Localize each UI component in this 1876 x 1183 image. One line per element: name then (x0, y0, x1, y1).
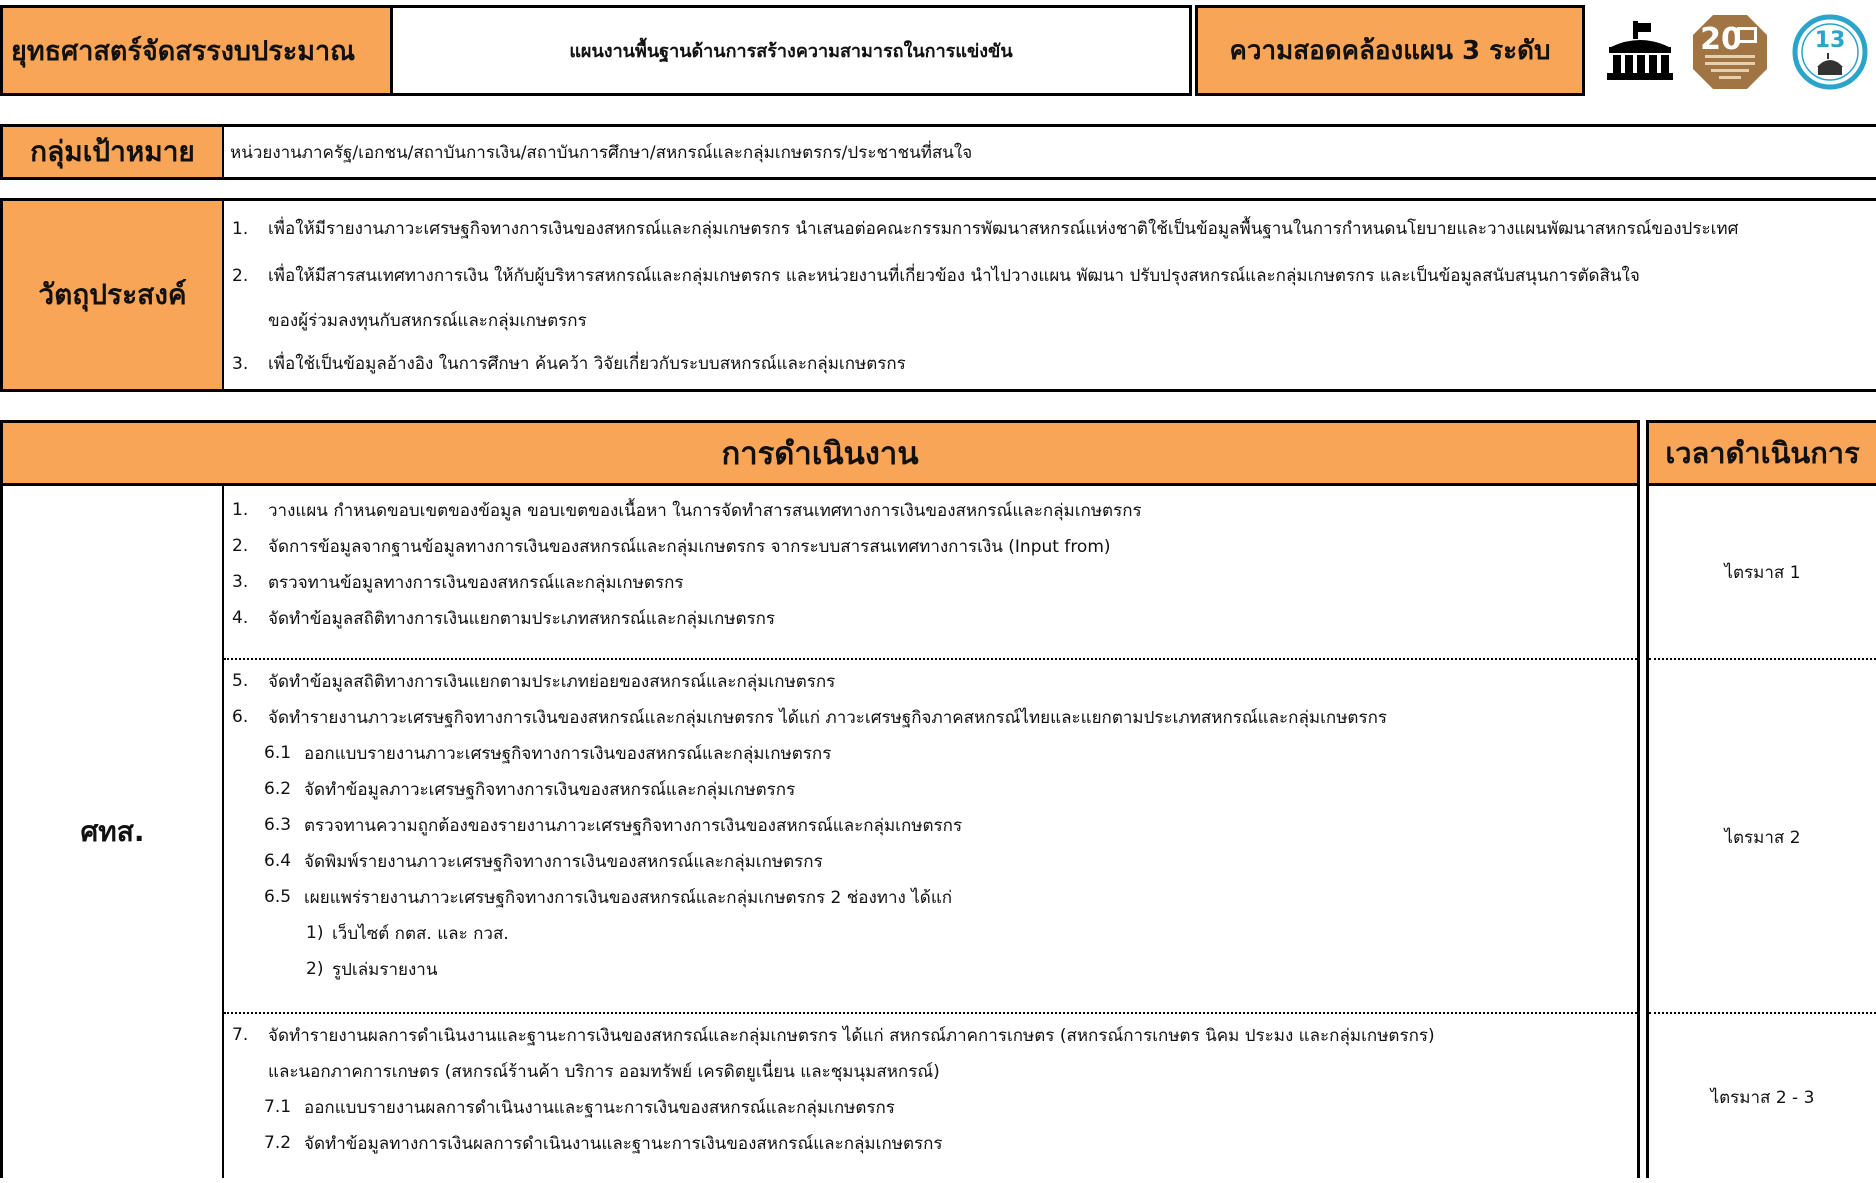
activity-text: รูปเล่มรายงาน (332, 959, 438, 980)
activity-text: และนอกภาคการเกษตร (สหกรณ์ร้านค้า บริการ … (268, 1061, 940, 1082)
objective-item: 3. เพื่อใช้เป็นข้อมูลอ้างอิง ในการศึกษา … (224, 342, 1876, 385)
activity-subitem: 6.2 จัดทำข้อมูลภาวะเศรษฐกิจทางการเงินของ… (224, 771, 1637, 807)
activity-text: ออกแบบรายงานผลการดำเนินงานและฐานะการเงิน… (304, 1097, 895, 1118)
activity-number: 7.1 (264, 1097, 292, 1117)
operations-header: การดำเนินงาน (0, 420, 1640, 486)
activity-item: 3. ตรวจทานข้อมูลทางการเงินของสหกรณ์และกล… (224, 564, 1637, 600)
objectives-label-text: วัตถุประสงค์ (38, 278, 187, 311)
target-group-value-text: หน่วยงานภาครัฐ/เอกชน/สถาบันการเงิน/สถาบั… (230, 142, 973, 163)
operations-header-text: การดำเนินงาน (721, 436, 919, 472)
time-slot-q2-q3: ไตรมาส 2 - 3 (1649, 1012, 1876, 1180)
badge-20-number: 20 (1700, 22, 1742, 57)
target-group-label-text: กลุ่มเป้าหมาย (30, 135, 195, 168)
activity-item-continuation: และนอกภาคการเกษตร (สหกรณ์ร้านค้า บริการ … (224, 1053, 1637, 1089)
time-header: เวลาดำเนินการ (1646, 420, 1876, 486)
time-slot-text: ไตรมาส 1 (1724, 562, 1801, 583)
institution-logo-icon (1607, 21, 1673, 80)
activity-text: ตรวจทานข้อมูลทางการเงินของสหกรณ์และกลุ่ม… (268, 572, 684, 593)
activity-number: 1) (306, 923, 324, 943)
20-year-strategy-badge-icon: 20 (1693, 15, 1767, 89)
activity-item: 2. จัดการข้อมูลจากฐานข้อมูลทางการเงินของ… (224, 528, 1637, 564)
target-group-value: หน่วยงานภาครัฐ/เอกชน/สถาบันการเงิน/สถาบั… (224, 124, 1876, 180)
plan-13-badge-icon: 13 (1792, 14, 1868, 90)
activity-number: 6. (232, 707, 249, 727)
activity-text: จัดทำข้อมูลสถิติทางการเงินแยกตามประเภทย่… (268, 671, 836, 692)
activity-subitem: 7.1 ออกแบบรายงานผลการดำเนินงานและฐานะการ… (224, 1089, 1637, 1125)
activity-text: จัดการข้อมูลจากฐานข้อมูลทางการเงินของสหก… (268, 536, 1111, 557)
activity-number: 7.2 (264, 1133, 292, 1153)
activity-number: 5. (232, 671, 249, 691)
alignment-title: ความสอดคล้องแผน 3 ระดับ (1195, 5, 1585, 96)
activity-text: จัดพิมพ์รายงานภาวะเศรษฐกิจทางการเงินของส… (304, 851, 823, 872)
activity-text: ออกแบบรายงานภาวะเศรษฐกิจทางการเงินของสหก… (304, 743, 832, 764)
target-group-label: กลุ่มเป้าหมาย (0, 124, 224, 180)
activity-item: 7. จัดทำรายงานผลการดำเนินงานและฐานะการเง… (224, 1017, 1637, 1053)
time-slot-text: ไตรมาส 2 - 3 (1710, 1087, 1815, 1108)
activity-text: จัดทำข้อมูลทางการเงินผลการดำเนินงานและฐา… (304, 1133, 943, 1154)
objectives-label: วัตถุประสงค์ (0, 198, 224, 392)
activity-text: วางแผน กำหนดขอบเขตของข้อมูล ขอบเขตของเนื… (268, 500, 1142, 521)
objective-item-continuation: ของผู้ร่วมลงทุนกับสหกรณ์และกลุ่มเกษตรกร (224, 299, 1876, 342)
objective-text: เพื่อใช้เป็นข้อมูลอ้างอิง ในการศึกษา ค้น… (268, 354, 906, 374)
time-slot-q1: ไตรมาส 1 (1649, 486, 1876, 658)
activity-text: จัดทำข้อมูลสถิติทางการเงินแยกตามประเภทสห… (268, 608, 776, 629)
activity-group-q1: 1. วางแผน กำหนดขอบเขตของข้อมูล ขอบเขตของ… (224, 486, 1637, 664)
activity-number: 6.5 (264, 887, 292, 907)
alignment-title-text: ความสอดคล้องแผน 3 ระดับ (1229, 36, 1551, 66)
activity-item: 6. จัดทำรายงานภาวะเศรษฐกิจทางการเงินของส… (224, 699, 1637, 735)
activity-number: 4. (232, 608, 249, 628)
activity-subitem: 6.4 จัดพิมพ์รายงานภาวะเศรษฐกิจทางการเงิน… (224, 843, 1637, 879)
activity-number: 2) (306, 959, 324, 979)
objective-item: 2. เพื่อให้มีสารสนเทศทางการเงิน ให้กับผู… (224, 252, 1876, 299)
objective-text: ของผู้ร่วมลงทุนกับสหกรณ์และกลุ่มเกษตรกร (268, 311, 587, 331)
activity-subitem: 6.1 ออกแบบรายงานภาวะเศรษฐกิจทางการเงินขอ… (224, 735, 1637, 771)
logo-group: 20 13 (1585, 5, 1876, 96)
strategy-title: ยุทธศาสตร์จัดสรรงบประมาณ (0, 5, 390, 96)
activity-group-q2: 5. จัดทำข้อมูลสถิติทางการเงินแยกตามประเภ… (224, 658, 1637, 1017)
activity-subsubitem: 1) เว็บไซต์ กตส. และ กวส. (224, 915, 1637, 951)
activity-number: 6.2 (264, 779, 292, 799)
time-header-text: เวลาดำเนินการ (1665, 436, 1860, 470)
activities-column: 1. วางแผน กำหนดขอบเขตของข้อมูล ขอบเขตของ… (224, 486, 1640, 1178)
objective-text: เพื่อให้มีรายงานภาวะเศรษฐกิจทางการเงินขอ… (268, 219, 1739, 239)
plan-title: แผนงานพื้นฐานด้านการสร้างความสามารถในการ… (390, 5, 1192, 96)
activity-number: 1. (232, 500, 249, 520)
strategy-title-text: ยุทธศาสตร์จัดสรรงบประมาณ (11, 36, 356, 67)
objective-number: 2. (232, 265, 249, 286)
time-slot-q2: ไตรมาส 2 (1649, 658, 1876, 1014)
objective-number: 3. (232, 353, 249, 374)
activity-number: 6.4 (264, 851, 292, 871)
time-column: ไตรมาส 1 ไตรมาส 2 ไตรมาส 2 - 3 (1646, 486, 1876, 1178)
activity-subitem: 6.5 เผยแพร่รายงานภาวะเศรษฐกิจทางการเงินข… (224, 879, 1637, 915)
activity-number: 3. (232, 572, 249, 592)
activity-number: 2. (232, 536, 249, 556)
activity-subitem: 6.3 ตรวจทานความถูกต้องของรายงานภาวะเศรษฐ… (224, 807, 1637, 843)
activity-text: เผยแพร่รายงานภาวะเศรษฐกิจทางการเงินของสห… (304, 887, 953, 908)
plan-title-text: แผนงานพื้นฐานด้านการสร้างความสามารถในการ… (569, 41, 1013, 62)
activity-item: 4. จัดทำข้อมูลสถิติทางการเงินแยกตามประเภ… (224, 600, 1637, 636)
activity-item: 1. วางแผน กำหนดขอบเขตของข้อมูล ขอบเขตของ… (224, 492, 1637, 528)
time-slot-text: ไตรมาส 2 (1724, 827, 1801, 848)
activity-subsubitem: 2) รูปเล่มรายงาน (224, 951, 1637, 987)
activity-text: จัดทำข้อมูลภาวะเศรษฐกิจทางการเงินของสหกร… (304, 779, 796, 800)
objective-item: 1. เพื่อให้มีรายงานภาวะเศรษฐกิจทางการเงิ… (224, 205, 1876, 252)
activity-number: 6.3 (264, 815, 292, 835)
objective-number: 1. (232, 218, 249, 239)
activity-text: จัดทำรายงานภาวะเศรษฐกิจทางการเงินของสหกร… (268, 707, 1388, 728)
activity-item: 5. จัดทำข้อมูลสถิติทางการเงินแยกตามประเภ… (224, 663, 1637, 699)
responsible-unit: ศทส. (0, 486, 224, 1178)
activity-text: เว็บไซต์ กตส. และ กวส. (332, 923, 509, 944)
objectives-list: 1. เพื่อให้มีรายงานภาวะเศรษฐกิจทางการเงิ… (224, 198, 1876, 392)
responsible-unit-text: ศทส. (80, 815, 145, 848)
objective-text: เพื่อให้มีสารสนเทศทางการเงิน ให้กับผู้บร… (268, 266, 1640, 286)
activity-text: จัดทำรายงานผลการดำเนินงานและฐานะการเงินข… (268, 1025, 1435, 1046)
activity-subitem: 7.2 จัดทำข้อมูลทางการเงินผลการดำเนินงานแ… (224, 1125, 1637, 1161)
badge-13-number: 13 (1815, 28, 1846, 53)
activity-text: ตรวจทานความถูกต้องของรายงานภาวะเศรษฐกิจท… (304, 815, 963, 836)
activity-number: 7. (232, 1025, 249, 1045)
activity-number: 6.1 (264, 743, 292, 763)
activity-group-q2-q3: 7. จัดทำรายงานผลการดำเนินงานและฐานะการเง… (224, 1012, 1637, 1183)
